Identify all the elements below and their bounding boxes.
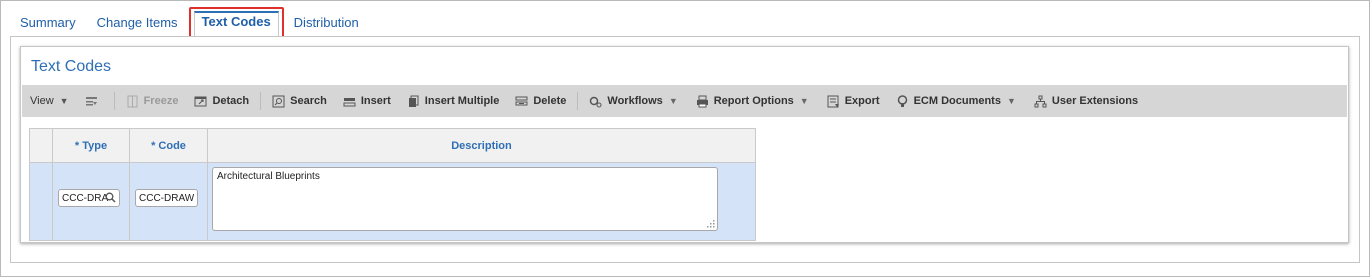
workflows-label: Workflows [607, 95, 663, 107]
grid-header-row: * Type * Code Description [29, 128, 756, 163]
table-row[interactable]: CCC-DRA CCC-DRAW Architectural Blueprint… [29, 162, 756, 241]
row-selector[interactable] [29, 162, 53, 241]
row-selector-header [29, 128, 53, 163]
report-options-label: Report Options [713, 95, 794, 107]
ecm-documents-dropdown-icon[interactable]: ▼ [1005, 85, 1026, 117]
toolbar: View ▼ Freeze Detach Search Insert Inser… [22, 85, 1347, 117]
detach-icon [194, 96, 207, 106]
tab-change-items[interactable]: Change Items [87, 8, 189, 36]
user-extensions-label: User Extensions [1051, 95, 1139, 107]
text-codes-panel: Text Codes View ▼ Freeze Detach Search I… [20, 46, 1349, 243]
description-value: Architectural Blueprints [217, 171, 320, 182]
report-options-button[interactable]: Report Options [688, 85, 798, 117]
freeze-icon [127, 95, 138, 107]
code-cell: CCC-DRAW [129, 162, 208, 241]
delete-button[interactable]: Delete [507, 85, 574, 117]
ecm-documents-label: ECM Documents [913, 95, 1001, 107]
search-icon[interactable] [105, 192, 116, 203]
export-icon [827, 95, 839, 107]
report-options-dropdown-icon[interactable]: ▼ [798, 85, 819, 117]
text-codes-grid: * Type * Code Description CCC-DRA CCC-DR… [29, 128, 756, 241]
delete-label: Delete [533, 95, 567, 107]
panel-title: Text Codes [31, 58, 112, 75]
insert-multiple-icon [408, 95, 419, 107]
insert-multiple-label: Insert Multiple [424, 95, 500, 107]
code-field[interactable]: CCC-DRAW [135, 189, 198, 207]
toolbar-divider [577, 92, 579, 110]
toolbar-divider [260, 92, 262, 110]
insert-multiple-button[interactable]: Insert Multiple [399, 85, 508, 117]
tab-bar: Summary Change Items Text Codes Distribu… [10, 7, 370, 40]
export-button[interactable]: Export [819, 85, 888, 117]
view-label: View [30, 95, 54, 107]
workflows-button[interactable]: Workflows [581, 85, 666, 117]
freeze-button[interactable]: Freeze [118, 85, 187, 117]
filter-button[interactable] [77, 85, 111, 117]
description-textarea[interactable]: Architectural Blueprints [212, 167, 718, 231]
tab-summary[interactable]: Summary [10, 8, 87, 36]
type-cell: CCC-DRA [52, 162, 130, 241]
user-extensions-button[interactable]: User Extensions [1026, 85, 1146, 117]
toolbar-divider [113, 92, 115, 110]
export-label: Export [844, 95, 880, 107]
delete-row-icon [515, 96, 528, 105]
column-header-code[interactable]: * Code [129, 128, 208, 163]
insert-button[interactable]: Insert [335, 85, 399, 117]
column-header-description[interactable]: Description [207, 128, 756, 163]
detach-button[interactable]: Detach [186, 85, 257, 117]
insert-label: Insert [360, 95, 391, 107]
printer-icon [696, 95, 708, 107]
resize-grip-icon[interactable] [707, 220, 715, 228]
tab-content: Text Codes View ▼ Freeze Detach Search I… [10, 36, 1360, 263]
search-icon [272, 95, 285, 107]
freeze-label: Freeze [143, 95, 179, 107]
insert-row-icon [343, 97, 356, 106]
tab-text-codes-label: Text Codes [201, 14, 271, 29]
ecm-documents-icon [897, 94, 907, 107]
description-cell: Architectural Blueprints [207, 162, 756, 241]
detach-label: Detach [212, 95, 250, 107]
workflows-dropdown-icon[interactable]: ▼ [667, 85, 688, 117]
filter-list-icon [85, 96, 97, 105]
search-label: Search [290, 95, 327, 107]
chevron-down-icon: ▼ [59, 96, 69, 106]
ecm-documents-button[interactable]: ECM Documents [888, 85, 1005, 117]
view-menu-button[interactable]: View ▼ [22, 85, 77, 117]
column-header-type[interactable]: * Type [52, 128, 130, 163]
hierarchy-icon [1034, 95, 1047, 107]
tab-distribution[interactable]: Distribution [284, 8, 370, 36]
gears-icon [590, 96, 602, 107]
type-value: CCC-DRA [62, 193, 109, 204]
search-button[interactable]: Search [264, 85, 335, 117]
type-lookup-field[interactable]: CCC-DRA [58, 189, 120, 207]
